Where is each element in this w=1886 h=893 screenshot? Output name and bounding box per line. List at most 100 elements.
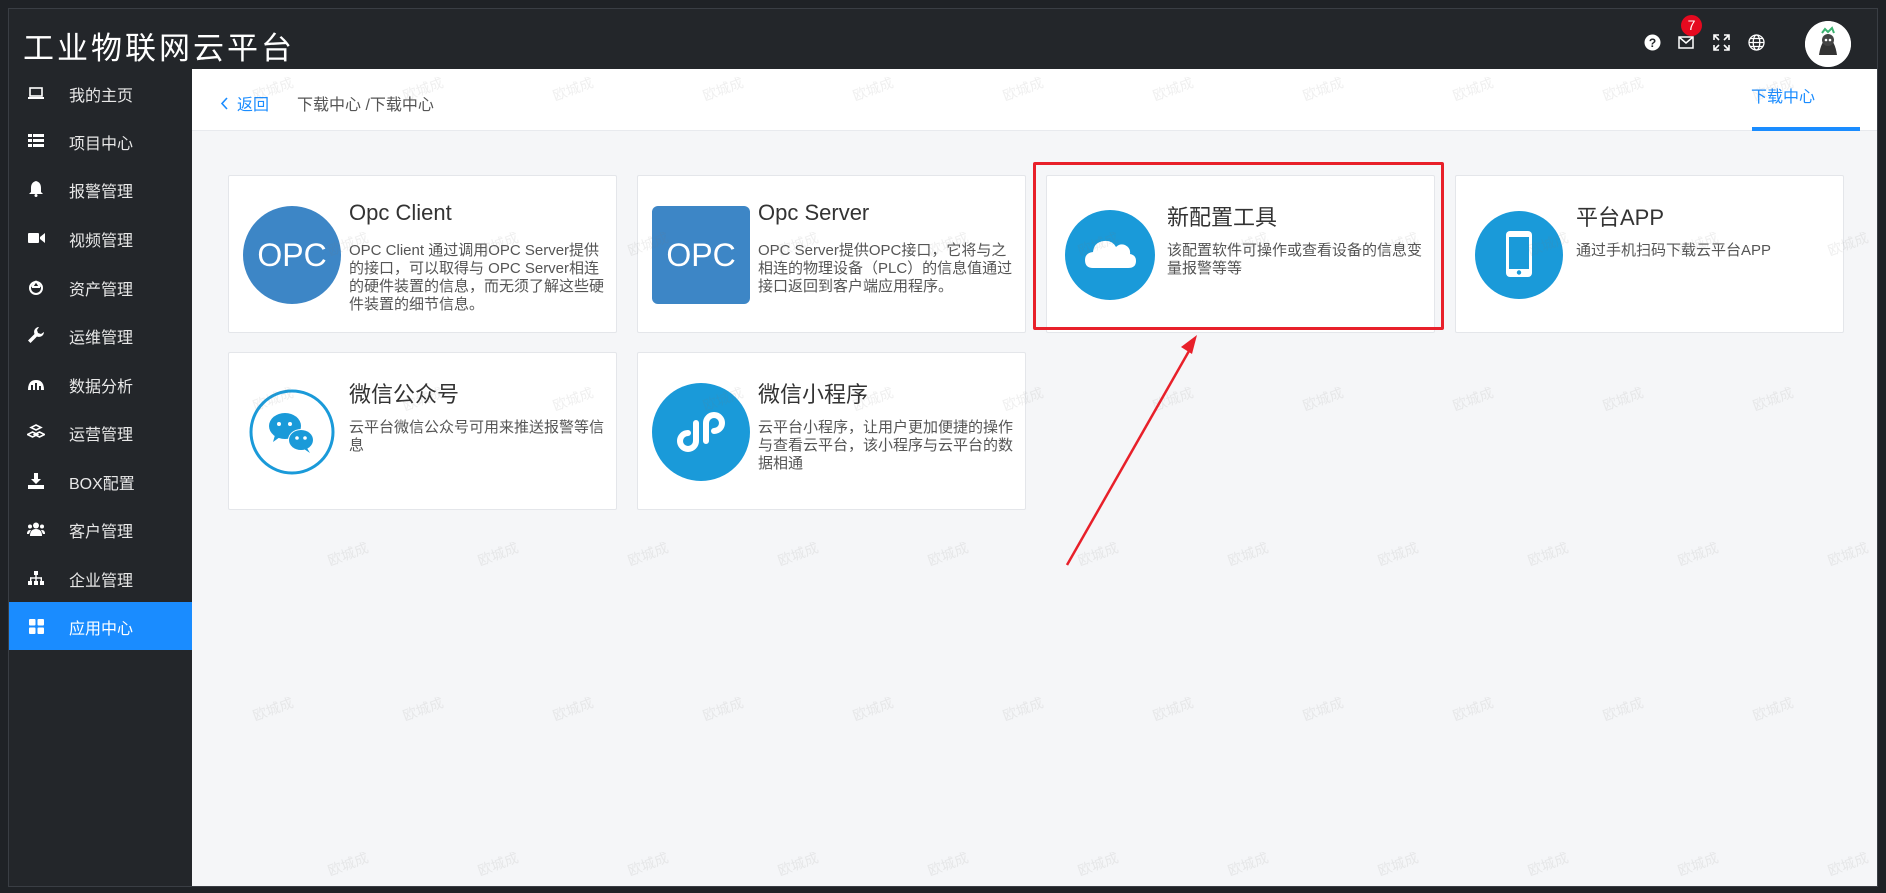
watermark-text: 欧城成 [1000,694,1046,724]
card-title: 微信公众号 [349,382,460,407]
fullscreen-icon[interactable] [1710,31,1732,53]
watermark-text: 欧城成 [1750,384,1796,414]
watermark-text: 欧城成 [1825,849,1871,879]
card-config-tool[interactable]: 新配置工具 该配置软件可操作或查看设备的信息变量报警等等 [1046,175,1435,333]
card-title: Opc Client [349,200,452,225]
watermark-text: 欧城成 [325,849,371,879]
download-icon [27,472,45,490]
app-window: 工业物联网云平台 ? 7 我的主页 项目中心 报警管理 视频管理 资产管理 运维… [8,8,1878,887]
cubes-icon [27,423,45,441]
sidebar-item-projects[interactable]: 项目中心 [9,117,192,165]
page-header: 返回 下载中心 /下载中心 下载中心 [192,69,1877,131]
sitemap-icon [27,569,45,587]
main-content: 返回 下载中心 /下载中心 下载中心 OPC Opc Client OPC Cl… [192,69,1877,886]
sidebar-item-label: 项目中心 [69,136,134,153]
sidebar: 我的主页 项目中心 报警管理 视频管理 资产管理 运维管理 数据分析 运营管理 [9,69,192,886]
card-description: OPC Client 通过调用OPC Server提供的接口，可以取得与 OPC… [349,242,605,313]
watermark-text: 欧城成 [1225,849,1271,879]
sidebar-item-label: 我的主页 [69,88,134,105]
card-description: 云平台微信公众号可用来推送报警等信息 [349,419,605,454]
card-opc-client[interactable]: OPC Opc Client OPC Client 通过调用OPC Server… [228,175,617,333]
sidebar-item-label: 运营管理 [69,427,134,444]
watermark-text: 欧城成 [1450,384,1496,414]
watermark-text: 欧城成 [700,694,746,724]
card-platform-app[interactable]: 平台APP 通过手机扫码下载云平台APP [1455,175,1844,333]
svg-text:OPC: OPC [666,237,735,273]
card-description: 通过手机扫码下载云平台APP [1576,242,1772,259]
sidebar-item-customers[interactable]: 客户管理 [9,505,192,553]
sidebar-item-label: 运维管理 [69,330,134,347]
tab-active-indicator [1752,127,1860,131]
card-description: OPC Server提供OPC接口，它将与之相连的物理设备（PLC）的信息值通过… [758,242,1013,295]
monitor-icon [27,84,45,102]
watermark-text: 欧城成 [550,694,596,724]
phone-icon [1470,206,1568,304]
watermark-text: 欧城成 [1675,539,1721,569]
watermark-text: 欧城成 [475,539,521,569]
tab-download-center[interactable]: 下载中心 [1751,83,1815,107]
watermark-text: 欧城成 [325,539,371,569]
avatar[interactable] [1805,21,1851,67]
watermark-text: 欧城成 [925,849,971,879]
mail-badge: 7 [1681,15,1702,36]
sidebar-item-label: 资产管理 [69,282,134,299]
sidebar-item-maintenance[interactable]: 运维管理 [9,311,192,359]
watermark-text: 欧城成 [1300,694,1346,724]
sidebar-item-analytics[interactable]: 数据分析 [9,360,192,408]
watermark-text: 欧城成 [1600,384,1646,414]
sidebar-item-alarms[interactable]: 报警管理 [9,165,192,213]
watermark-text: 欧城成 [1675,849,1721,879]
opc-client-logo: OPC [243,206,341,304]
card-wechat-miniprogram[interactable]: 微信小程序 云平台小程序，让用户更加便捷的操作与查看云平台，该小程序与云平台的数… [637,352,1026,510]
sidebar-item-label: 报警管理 [69,184,134,201]
watermark-text: 欧城成 [1600,694,1646,724]
sidebar-item-app-center[interactable]: 应用中心 [9,602,192,650]
watermark-text: 欧城成 [1375,539,1421,569]
breadcrumb: 下载中心 /下载中心 [297,97,434,114]
help-icon[interactable]: ? [1641,31,1663,53]
watermark-text: 欧城成 [1750,694,1796,724]
back-button[interactable]: 返回 [220,91,269,115]
watermark-text: 欧城成 [1450,694,1496,724]
card-description: 云平台小程序，让用户更加便捷的操作与查看云平台，该小程序与云平台的数据相通 [758,419,1014,472]
watermark-text: 欧城成 [1300,384,1346,414]
miniprogram-icon [652,383,750,481]
watermark-text: 欧城成 [475,849,521,879]
watermark-text: 欧城成 [625,849,671,879]
bell-icon [27,180,45,198]
wechat-icon [243,383,341,481]
sidebar-item-label: 视频管理 [69,233,134,250]
watermark-text: 欧城成 [250,694,296,724]
watermark-text: 欧城成 [775,539,821,569]
video-icon [27,229,45,247]
sidebar-item-assets[interactable]: 资产管理 [9,263,192,311]
watermark-text: 欧城成 [925,539,971,569]
sidebar-item-box-config[interactable]: BOX配置 [9,457,192,505]
card-wechat-official[interactable]: 微信公众号 云平台微信公众号可用来推送报警等信息 [228,352,617,510]
watermark-text: 欧城成 [1525,539,1571,569]
users-icon [27,520,45,538]
watermark-text: 欧城成 [625,539,671,569]
sidebar-item-label: BOX配置 [69,476,135,493]
card-title: Opc Server [758,200,870,225]
sidebar-item-label: 企业管理 [69,573,134,590]
card-title: 平台APP [1576,205,1665,230]
recycle-icon [27,278,45,296]
globe-icon[interactable] [1745,31,1767,53]
chevron-left-icon [220,96,228,110]
sidebar-item-home[interactable]: 我的主页 [9,69,192,117]
watermark-text: 欧城成 [1075,539,1121,569]
cloud-icon [1061,206,1159,304]
sidebar-item-label: 应用中心 [69,621,134,638]
watermark-text: 欧城成 [850,694,896,724]
svg-text:OPC: OPC [257,237,326,273]
watermark-text: 欧城成 [1375,849,1421,879]
sidebar-item-video[interactable]: 视频管理 [9,214,192,262]
wrench-icon [27,326,45,344]
sidebar-item-enterprise[interactable]: 企业管理 [9,554,192,602]
sidebar-item-operations[interactable]: 运营管理 [9,408,192,456]
card-description: 该配置软件可操作或查看设备的信息变量报警等等 [1167,242,1423,277]
card-title: 新配置工具 [1167,205,1278,230]
card-opc-server[interactable]: OPC Opc Server OPC Server提供OPC接口，它将与之相连的… [637,175,1026,333]
grid-icon [27,617,45,635]
